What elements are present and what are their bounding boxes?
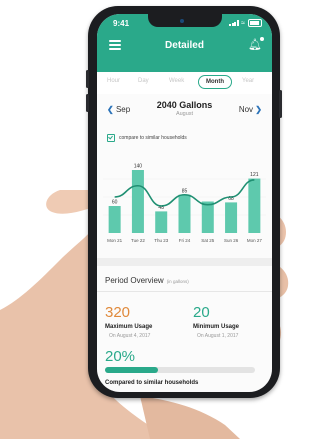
bar-value-label: 60 xyxy=(112,200,118,206)
max-usage-label: Maximum Usage xyxy=(105,324,153,330)
x-tick-label: Sat 25 xyxy=(201,238,215,243)
min-usage-date: On August 1, 2017 xyxy=(197,333,239,339)
phone-screen: 9:41 ≈ Detailed 🔔︎ Hour Day Week Month Y… xyxy=(97,14,272,392)
bar-value-label: 121 xyxy=(250,172,259,178)
power-button xyxy=(279,90,282,118)
signal-icon xyxy=(229,20,239,26)
page-title: Detailed xyxy=(165,40,204,51)
checkbox-icon[interactable] xyxy=(107,134,115,142)
notification-badge xyxy=(260,37,264,41)
wifi-icon: ≈ xyxy=(241,19,245,27)
compare-percent: 20% xyxy=(105,348,136,365)
battery-icon xyxy=(248,19,262,27)
volume-button xyxy=(86,70,89,88)
x-tick-label: Thu 23 xyxy=(154,238,169,243)
x-tick-label: Fri 24 xyxy=(179,238,191,243)
compare-progress-bar xyxy=(105,367,255,373)
tab-hour[interactable]: Hour xyxy=(107,78,120,84)
max-usage-date: On August 4, 2017 xyxy=(109,333,151,339)
chart-bar xyxy=(248,178,261,233)
tab-day[interactable]: Day xyxy=(138,78,149,84)
next-period-label: Nov xyxy=(238,105,254,114)
compare-caption: Compared to similar households xyxy=(105,380,199,386)
x-tick-label: Mon 21 xyxy=(107,238,123,243)
next-period-button[interactable]: Nov ❯ xyxy=(239,105,262,114)
tab-month[interactable]: Month xyxy=(198,75,232,89)
chart-bar xyxy=(201,201,214,233)
compare-label: compare to similar households xyxy=(119,135,187,141)
min-usage-label: Minimum Usage xyxy=(193,324,240,330)
bar-value-label: 140 xyxy=(134,164,143,170)
x-tick-label: Mon 27 xyxy=(247,238,263,243)
tab-year[interactable]: Year xyxy=(242,78,254,84)
x-tick-label: Tue 22 xyxy=(131,238,145,243)
chart-bar xyxy=(155,211,168,233)
divider xyxy=(97,291,272,292)
compare-toggle[interactable]: compare to similar households xyxy=(107,134,187,142)
volume-button xyxy=(86,94,89,112)
status-time: 9:41 xyxy=(113,19,130,28)
unit-note: (in gallons) xyxy=(166,279,189,284)
x-tick-label: Sun 26 xyxy=(224,238,239,243)
max-usage-value: 320 xyxy=(105,304,131,321)
period-navigator: ❮ Sep 2040 Gallons August Nov ❯ xyxy=(97,96,272,126)
camera-icon xyxy=(180,19,184,23)
bar-value-label: 85 xyxy=(182,188,188,194)
notch xyxy=(148,14,222,27)
chart-bar xyxy=(108,206,121,233)
tab-week[interactable]: Week xyxy=(169,78,184,84)
period-overview-heading: Period Overview xyxy=(105,276,164,285)
min-usage-value: 20 xyxy=(193,304,210,321)
period-overview-title: Period Overview (in gallons) xyxy=(105,276,189,285)
status-icons: ≈ xyxy=(229,19,262,27)
chevron-right-icon: ❯ xyxy=(255,105,262,114)
chart-bar xyxy=(225,202,238,233)
usage-chart: 60Mon 21140Tue 2248Thu 2385Fri 24 Sat 256… xyxy=(103,164,266,243)
chart-bar xyxy=(131,170,144,233)
section-divider xyxy=(97,258,272,266)
period-tabs: Hour Day Week Month Year xyxy=(97,72,272,94)
compare-progress-fill xyxy=(105,367,158,373)
chart-bar xyxy=(178,194,191,233)
